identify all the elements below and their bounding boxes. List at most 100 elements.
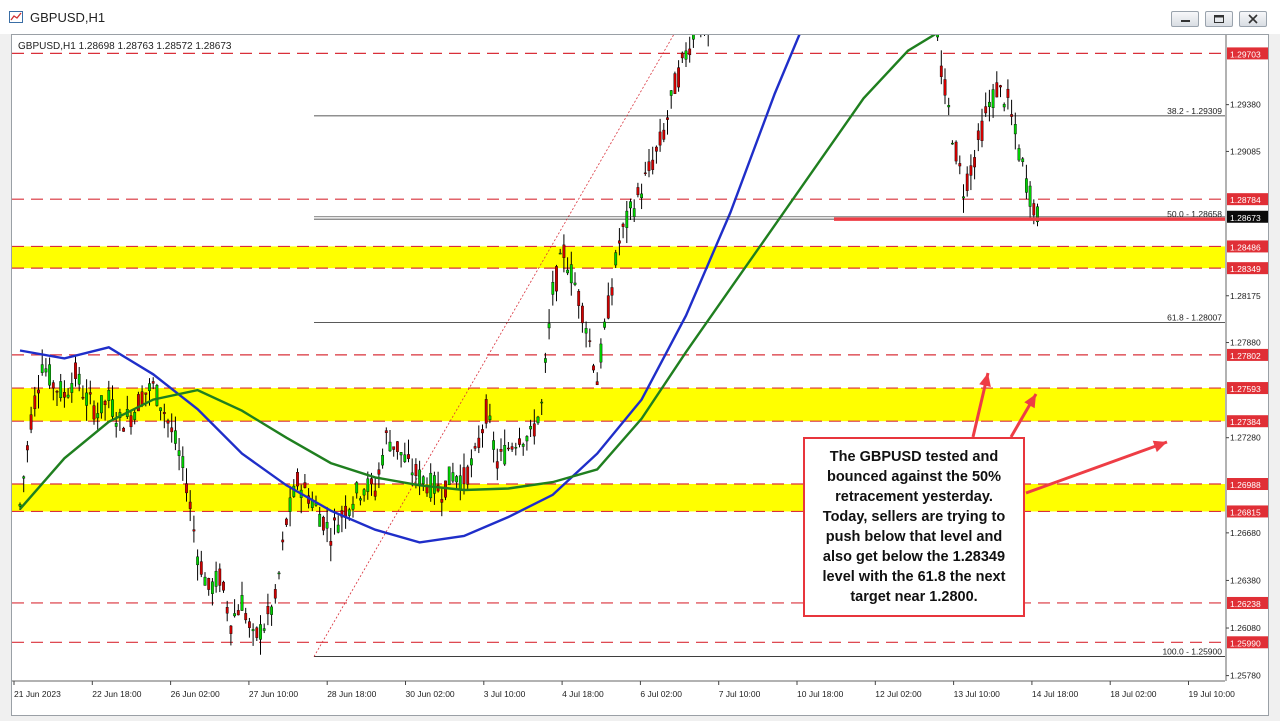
candle-body — [162, 412, 166, 415]
candle-body — [410, 472, 414, 476]
moving-averages: H1 MA:100:0:0: 1.30278H1 MA:200:0:0: 1.2… — [19, 0, 1225, 544]
time-label: 12 Jul 02:00 — [875, 689, 922, 699]
candle-body — [336, 524, 340, 533]
candle-body — [488, 415, 492, 421]
candle-body — [621, 223, 625, 227]
candle-body — [458, 475, 462, 490]
candle-body — [680, 52, 684, 59]
candle-body — [558, 252, 562, 255]
candle-body — [63, 392, 66, 398]
price-label: 1.28784 — [1230, 195, 1261, 205]
candle-body — [251, 629, 255, 632]
candle-body — [1017, 148, 1021, 161]
candle-body — [562, 244, 566, 258]
fibonacci-retracement: 0.0 - 1.3141638.2 - 1.2930950.0 - 1.2865… — [313, 0, 1225, 657]
candle-body — [525, 436, 529, 442]
candle-body — [973, 157, 977, 168]
minimize-button[interactable] — [1171, 11, 1199, 27]
price-label: 1.26988 — [1230, 480, 1261, 490]
candle-body — [114, 423, 118, 427]
fib-level-label: 100.0 - 1.25900 — [1162, 647, 1222, 657]
candle-body — [440, 499, 444, 503]
candle-body — [244, 613, 248, 621]
candle-body — [381, 455, 384, 466]
candle-body — [185, 483, 188, 494]
candle-body — [551, 282, 555, 295]
candle-body — [133, 412, 137, 420]
price-label: 1.26238 — [1230, 599, 1261, 609]
candle-body — [547, 323, 551, 329]
candle-body — [988, 101, 991, 108]
candle-body — [599, 343, 603, 363]
candle-body — [351, 503, 355, 510]
candle-body — [281, 539, 285, 543]
candle-body — [632, 208, 636, 217]
time-label: 27 Jun 10:00 — [249, 689, 298, 699]
price-label: 1.27593 — [1230, 384, 1261, 394]
candle-body — [947, 105, 951, 108]
candle-body — [603, 321, 607, 328]
candle-body — [936, 33, 940, 38]
candle-body — [995, 82, 999, 98]
candle-body — [492, 440, 495, 450]
candle-body — [503, 445, 507, 465]
candle-body — [965, 173, 969, 191]
candle-body — [181, 456, 185, 468]
candle-body — [370, 478, 373, 485]
candle-body — [1010, 114, 1014, 117]
candle-body — [37, 389, 40, 394]
candle-body — [33, 395, 37, 410]
arrow-to-50-retracement-head — [979, 373, 991, 388]
time-label: 14 Jul 18:00 — [1032, 689, 1079, 699]
candle-body — [647, 161, 651, 171]
candle-body — [140, 391, 144, 406]
time-label: 7 Jul 10:00 — [719, 689, 761, 699]
price-tick-label: 1.29085 — [1230, 146, 1261, 156]
price-tick-label: 1.29380 — [1230, 100, 1261, 110]
candle-body — [210, 581, 214, 594]
time-label: 22 Jun 18:00 — [92, 689, 141, 699]
candle-body — [414, 464, 418, 477]
price-tick-label: 1.26380 — [1230, 575, 1261, 585]
candle-body — [673, 73, 677, 94]
candle-body — [481, 429, 484, 434]
price-label: 1.28349 — [1230, 264, 1261, 274]
candle-body — [980, 120, 984, 141]
candle-body — [447, 466, 451, 485]
candle-body — [222, 581, 225, 591]
candle-body — [22, 476, 26, 479]
candle-body — [81, 396, 85, 399]
candle-body — [66, 394, 70, 398]
close-button[interactable] — [1239, 11, 1267, 27]
price-label: 1.27802 — [1230, 351, 1261, 361]
candle-body — [96, 413, 100, 419]
candle-body — [107, 389, 111, 401]
candle-body — [688, 48, 692, 56]
candle-body — [1021, 158, 1025, 162]
price-tick-label: 1.27280 — [1230, 433, 1261, 443]
candle-body — [196, 556, 199, 566]
candle-body — [951, 142, 954, 145]
time-label: 21 Jun 2023 — [14, 689, 61, 699]
candle-body — [214, 570, 218, 587]
candle-body — [577, 290, 581, 306]
arrow-to-61-8-level-head — [1152, 440, 1167, 453]
yellow-zones — [12, 246, 1225, 512]
candle-body — [976, 130, 980, 140]
candle-body — [318, 513, 322, 527]
yellow-zone — [12, 246, 1225, 269]
candle-body — [592, 365, 595, 371]
candle-body — [514, 446, 518, 449]
price-label: 1.26815 — [1230, 507, 1261, 517]
candle-body — [403, 454, 407, 462]
candle-body — [477, 437, 481, 448]
candle-body — [273, 589, 277, 599]
candle-body — [285, 518, 288, 525]
candle-body — [658, 131, 662, 146]
price-chart[interactable]: 0.0 - 1.3141638.2 - 1.2930950.0 - 1.2865… — [12, 0, 1270, 715]
candle-body — [325, 521, 329, 529]
time-label: 13 Jul 10:00 — [954, 689, 1001, 699]
candle-body — [88, 392, 92, 395]
time-label: 10 Jul 18:00 — [797, 689, 844, 699]
maximize-button[interactable] — [1205, 11, 1233, 27]
